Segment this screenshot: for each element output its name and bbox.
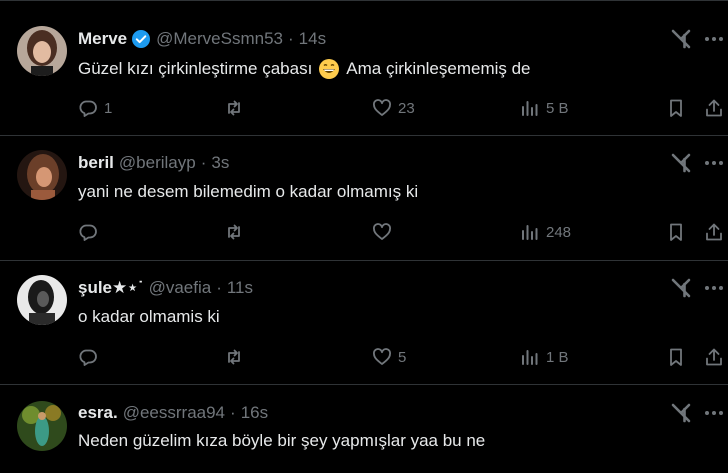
view-count: 1 B <box>546 348 569 366</box>
avatar[interactable] <box>17 150 67 200</box>
post-header: esra. @eessrraa94 · 16s <box>78 402 268 424</box>
bookmark-icon[interactable] <box>666 347 686 367</box>
display-name[interactable]: Merve <box>78 29 127 49</box>
bookmark-icon[interactable] <box>666 98 686 118</box>
display-name[interactable]: esra. <box>78 403 118 423</box>
user-handle[interactable]: @MerveSsmn53 <box>156 29 283 49</box>
grok-icon[interactable] <box>670 28 692 50</box>
share-icon[interactable] <box>704 222 724 242</box>
user-handle[interactable]: @eessrraa94 <box>123 403 225 423</box>
grok-icon[interactable] <box>670 152 692 174</box>
like-count: 5 <box>398 348 407 366</box>
avatar[interactable] <box>17 401 67 451</box>
post-text: yani ne desem bilemedim o kadar olmamış … <box>78 182 418 202</box>
avatar[interactable] <box>17 275 67 325</box>
post-text: Güzel kızı çirkinleştirme çabası Ama çir… <box>78 58 531 80</box>
share-icon[interactable] <box>704 347 724 367</box>
avatar[interactable] <box>17 26 67 76</box>
reply-button[interactable] <box>78 221 104 243</box>
retweet-button[interactable] <box>224 221 250 243</box>
views-button[interactable]: 5 B <box>520 97 569 119</box>
separator-dot: · <box>200 153 207 172</box>
more-options-icon[interactable] <box>703 277 725 299</box>
view-count: 5 B <box>546 99 569 117</box>
more-options-icon[interactable] <box>703 28 725 50</box>
retweet-button[interactable] <box>224 346 250 368</box>
like-count: 23 <box>398 99 415 117</box>
post-text-before: yani ne desem bilemedim o kadar olmamış … <box>78 182 419 201</box>
views-button[interactable]: 1 B <box>520 346 569 368</box>
separator-dot: · <box>230 403 236 422</box>
retweet-button[interactable] <box>224 97 250 119</box>
views-button[interactable]: 248 <box>520 221 571 243</box>
post-sule[interactable]: şule★⋆˙ @vaefia · 11s o kadar olmamis ki… <box>0 261 728 385</box>
post-header: şule★⋆˙ @vaefia · 11s <box>78 277 253 299</box>
reply-button[interactable] <box>78 346 104 368</box>
more-options-icon[interactable] <box>703 152 725 174</box>
grinning-face-emoji-icon <box>318 58 340 80</box>
view-count: 248 <box>546 223 572 241</box>
like-button[interactable] <box>372 221 398 243</box>
post-text-before: Güzel kızı çirkinleştirme çabası <box>78 59 313 78</box>
timestamp[interactable]: 3s <box>211 153 229 173</box>
post-merve[interactable]: Merve @MerveSsmn53 · 14s Güzel kızı çirk… <box>0 12 728 136</box>
post-text: o kadar olmamis ki <box>78 307 220 327</box>
post-text-before: Neden güzelim kıza böyle bir şey yapmışl… <box>78 431 486 450</box>
reply-button[interactable]: 1 <box>78 97 112 119</box>
separator-dot: · <box>216 278 222 297</box>
like-button[interactable]: 5 <box>372 346 406 368</box>
post-header: Merve @MerveSsmn53 · 14s <box>78 28 326 50</box>
separator-dot: · <box>288 29 294 48</box>
post-text: Neden güzelim kıza böyle bir şey yapmışl… <box>78 431 485 451</box>
grok-icon[interactable] <box>670 277 692 299</box>
grok-icon[interactable] <box>670 402 692 424</box>
post-text-before: o kadar olmamis ki <box>78 307 220 326</box>
post-esra[interactable]: esra. @eessrraa94 · 16s Neden güzelim kı… <box>0 385 728 473</box>
share-icon[interactable] <box>704 98 724 118</box>
top-divider <box>0 0 728 1</box>
timestamp[interactable]: 16s <box>241 403 268 423</box>
post-header: beril @berilayp · 3s <box>78 152 229 174</box>
timestamp[interactable]: 11s <box>227 278 253 298</box>
post-text-after: Ama çirkinleşememiş de <box>346 59 531 78</box>
display-name[interactable]: beril <box>78 153 114 173</box>
reply-count: 1 <box>104 99 113 117</box>
user-handle[interactable]: @vaefia <box>149 278 212 298</box>
user-handle[interactable]: @berilayp <box>119 153 196 173</box>
timestamp[interactable]: 14s <box>299 29 326 49</box>
post-beril[interactable]: beril @berilayp · 3s yani ne desem bilem… <box>0 136 728 261</box>
verified-badge-icon[interactable] <box>131 29 151 49</box>
display-name[interactable]: şule★⋆˙ <box>78 278 144 298</box>
more-options-icon[interactable] <box>703 402 725 424</box>
bookmark-icon[interactable] <box>666 222 686 242</box>
like-button[interactable]: 23 <box>372 97 415 119</box>
